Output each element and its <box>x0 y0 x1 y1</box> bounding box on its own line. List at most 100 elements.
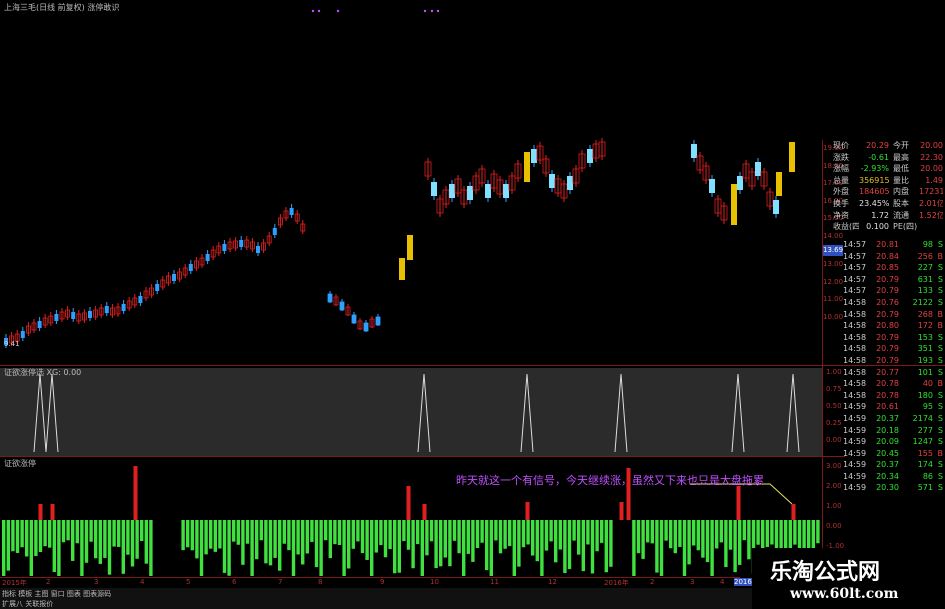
scale-tick: 0.00 <box>826 522 842 530</box>
candle-body <box>205 254 210 261</box>
tick-row[interactable]: 14:57 20.79 133 S <box>843 285 945 297</box>
candle-body <box>222 244 227 251</box>
green-bar <box>452 520 457 541</box>
bottom-tabs[interactable]: 指标 模板 主图 窗口 图表 图表源码 <box>2 589 111 599</box>
green-bar <box>259 520 263 541</box>
tick-row[interactable]: 14:57 20.79 631 S <box>843 274 945 286</box>
tick-direction: S <box>937 297 943 307</box>
green-bar <box>485 520 489 571</box>
tick-row[interactable]: 14:57 20.85 227 S <box>843 262 945 274</box>
tick-row[interactable]: 14:57 20.84 256 B <box>843 251 945 263</box>
signal-candle <box>776 172 782 196</box>
green-bar <box>255 520 259 560</box>
green-bar <box>365 520 369 560</box>
tick-row[interactable]: 14:59 20.18 277 S <box>843 425 945 437</box>
tick-volume: 227 <box>917 263 933 273</box>
tick-row[interactable]: 14:58 20.76 2122 S <box>843 297 945 309</box>
green-bar <box>52 520 56 572</box>
tick-row[interactable]: 14:58 20.78 180 S <box>843 390 945 402</box>
main-price-chart[interactable] <box>0 0 822 365</box>
green-bar <box>310 520 314 542</box>
tick-price: 20.79 <box>876 355 899 365</box>
green-bar <box>549 520 553 542</box>
indicator1-panel[interactable] <box>0 368 822 456</box>
tick-row[interactable]: 14:58 20.79 268 B <box>843 309 945 321</box>
tick-price: 20.79 <box>876 286 899 296</box>
green-bar <box>34 520 38 556</box>
green-bar <box>411 520 415 569</box>
tick-row[interactable]: 14:59 20.61 95 S <box>843 401 945 413</box>
green-bar <box>333 520 337 545</box>
tick-row[interactable]: 14:59 20.45 155 B <box>843 448 945 460</box>
green-bar <box>149 520 153 579</box>
tick-row[interactable]: 14:58 20.79 351 S <box>843 343 945 355</box>
x-axis-label: 5 <box>186 578 191 586</box>
indicator2-label: 证欲涨停 <box>4 459 36 468</box>
tick-price: 20.84 <box>876 251 899 261</box>
tick-time: 14:59 <box>843 413 867 423</box>
green-bar <box>590 520 595 574</box>
indicator1-scale: 1.00 0.75 0.50 0.25 0.00 <box>826 368 844 453</box>
green-bar <box>650 520 654 544</box>
price-tick: 12.00 <box>823 277 844 286</box>
candle-body <box>88 311 92 318</box>
tick-row[interactable]: 14:59 20.37 174 S <box>843 459 945 471</box>
quote-label: 涨跌 <box>833 152 849 162</box>
quote-row: 换手 23.45% 股本 2.01亿 <box>833 198 945 210</box>
quote-label2: 流通 <box>893 210 909 220</box>
x-axis-label: 10 <box>430 578 439 586</box>
tick-list[interactable]: 14:57 20.81 98 S 14:57 20.84 256 B 14:57 20.85 227… <box>843 239 945 494</box>
quote-panel: 现价 20.29 今开 20.00 涨跌 -0.61 最高 22.30 涨幅 -2.93% 最低 20… <box>833 140 945 233</box>
green-bar <box>2 520 6 577</box>
tick-time: 14:58 <box>843 321 867 331</box>
tick-row[interactable]: 14:59 20.37 2174 S <box>843 413 945 425</box>
bottom-subtabs[interactable]: 扩展八 关联报价 <box>2 599 53 609</box>
tick-time: 14:58 <box>843 390 867 400</box>
signal-candle <box>789 142 795 172</box>
green-bar <box>682 520 687 583</box>
x-axis-label: 2016年 <box>604 579 629 587</box>
green-bar <box>370 520 374 584</box>
tick-row[interactable]: 14:57 20.81 98 S <box>843 239 945 251</box>
green-bar <box>195 520 199 559</box>
green-bar <box>531 520 535 556</box>
candle-body <box>503 184 509 198</box>
quote-value2: 172310 <box>919 187 943 197</box>
candle-body <box>256 246 260 253</box>
candle-body <box>20 331 25 338</box>
tick-row[interactable]: 14:59 20.34 86 S <box>843 471 945 483</box>
green-bar <box>80 520 84 580</box>
red-bar <box>791 504 796 520</box>
scale-tick: 1.00 <box>826 502 842 510</box>
marker-dot <box>430 9 434 13</box>
green-bar <box>471 520 475 562</box>
tick-row[interactable]: 14:59 20.09 1247 S <box>843 436 945 448</box>
tick-time: 14:58 <box>843 309 867 319</box>
tick-row[interactable]: 14:58 20.78 40 B <box>843 378 945 390</box>
signal-spike <box>45 373 59 453</box>
tick-price: 20.18 <box>876 425 899 435</box>
tick-row[interactable]: 14:58 20.79 193 S <box>843 355 945 367</box>
candle-body <box>737 176 743 190</box>
green-bar <box>659 520 664 579</box>
green-bar <box>632 520 636 582</box>
x-axis-label: 6 <box>232 578 237 586</box>
green-bar <box>130 520 135 567</box>
candle-body <box>587 149 593 163</box>
tick-row[interactable]: 14:58 20.80 172 B <box>843 320 945 332</box>
tick-row[interactable]: 14:58 20.79 153 S <box>843 332 945 344</box>
tick-row[interactable]: 14:58 20.77 101 S <box>843 367 945 379</box>
green-bar <box>250 520 254 579</box>
x-axis: 2015年 2 3 4 5 6 7 8 9 10 11 12 2016年 2 3 4 2016/0 <box>0 577 759 588</box>
green-bar <box>503 520 507 549</box>
green-bar <box>301 520 305 565</box>
x-axis-label: 8 <box>318 578 323 586</box>
tick-time: 14:57 <box>843 286 867 296</box>
tick-row[interactable]: 14:59 20.30 571 S <box>843 482 945 494</box>
candle-body <box>272 228 277 235</box>
x-axis-label: 2 <box>46 578 51 586</box>
candle-body <box>485 184 491 198</box>
green-bar <box>728 520 733 550</box>
green-bar <box>572 520 576 541</box>
tick-price: 20.78 <box>876 390 899 400</box>
